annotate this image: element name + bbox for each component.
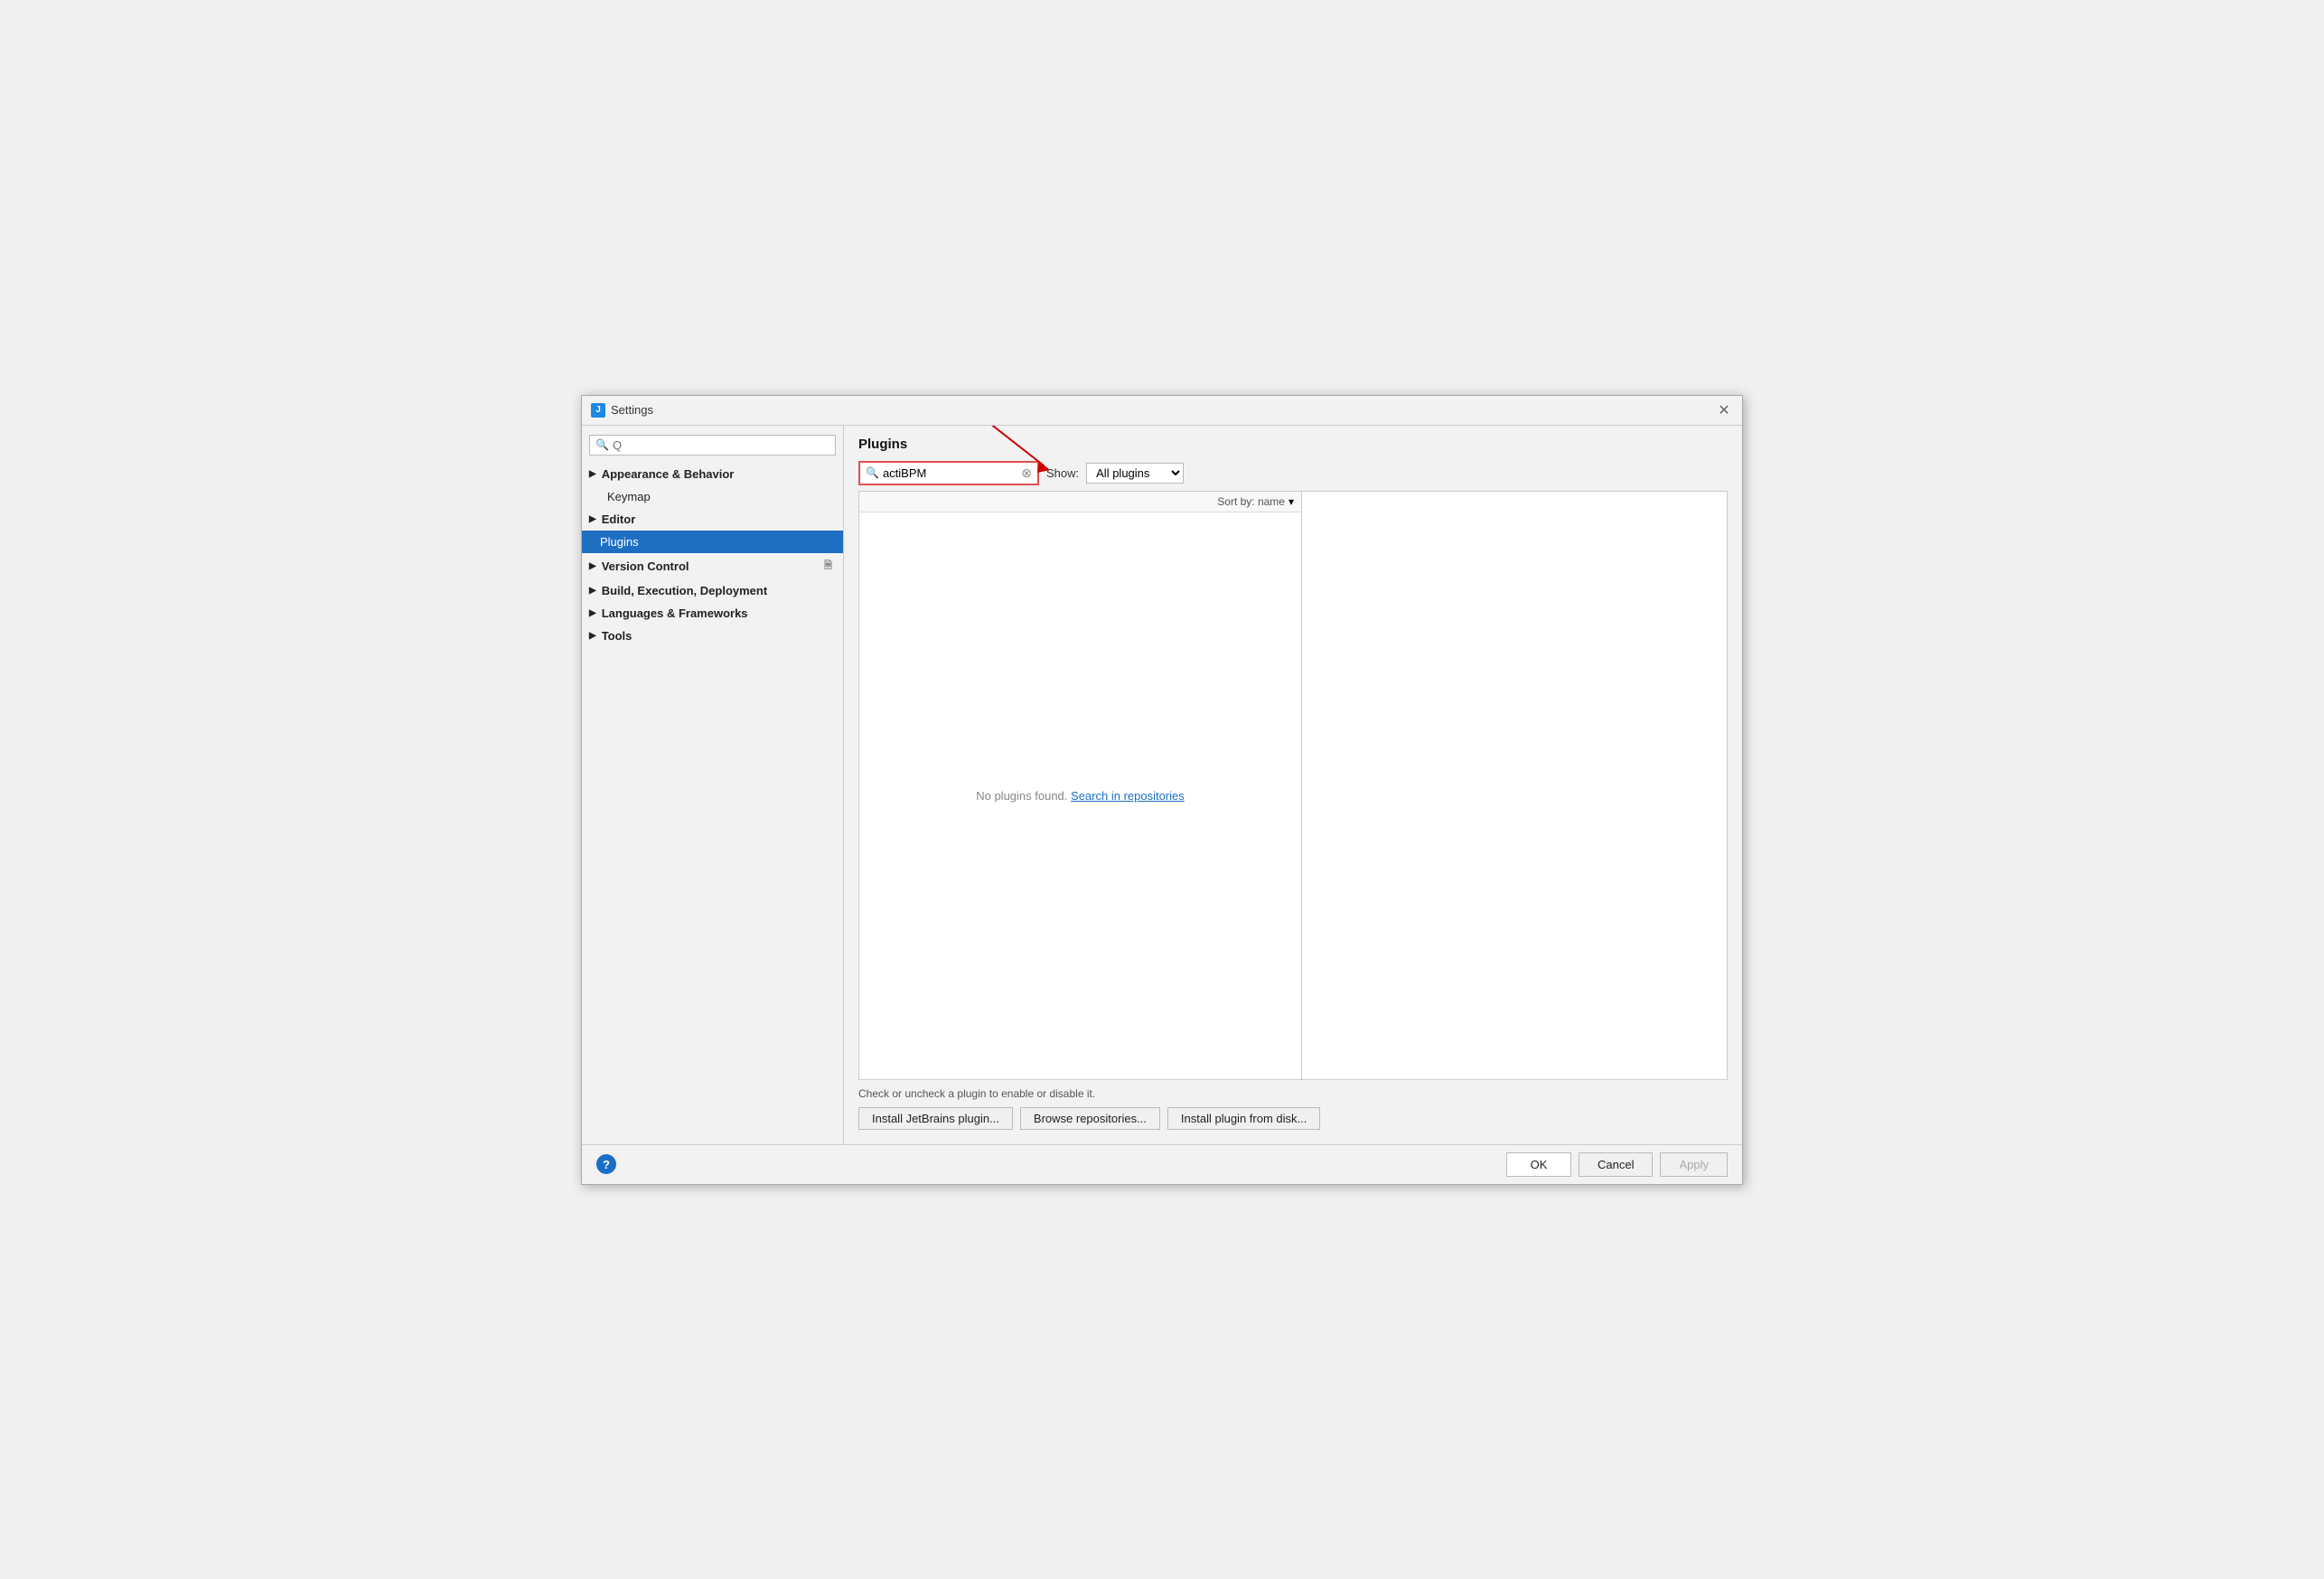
sidebar-item-editor[interactable]: ▶ Editor [582,508,843,531]
sidebar-search-box[interactable]: 🔍 [589,435,836,456]
footer-buttons: OK Cancel Apply [1506,1152,1728,1177]
search-icon: 🔍 [595,438,609,451]
chevron-right-icon: ▶ [589,631,596,641]
sidebar-search-input[interactable] [613,438,829,452]
install-jetbrains-button[interactable]: Install JetBrains plugin... [858,1107,1013,1130]
plugins-toolbar: 🔍 ⊗ Show: All plugins Enabled Disabled [858,461,1728,485]
dialog-body: 🔍 ▶ Appearance & Behavior Keymap ▶ Edito… [582,426,1742,1144]
sort-dropdown-icon[interactable]: ▾ [1289,495,1294,508]
search-in-repositories-link[interactable]: Search in repositories [1071,789,1185,803]
sidebar-item-label: Plugins [600,535,639,549]
app-icon: J [591,403,605,418]
chevron-right-icon: ▶ [589,469,596,479]
apply-button[interactable]: Apply [1660,1152,1728,1177]
sidebar: 🔍 ▶ Appearance & Behavior Keymap ▶ Edito… [582,426,844,1144]
help-button[interactable]: ? [596,1154,616,1174]
hint-text: Check or uncheck a plugin to enable or d… [858,1087,1728,1100]
close-button[interactable]: ✕ [1715,401,1733,419]
sidebar-item-label: Keymap [607,490,651,503]
install-from-disk-button[interactable]: Install plugin from disk... [1167,1107,1320,1130]
main-content: Plugins 🔍 ⊗ Show: All plug [844,426,1742,1144]
no-plugins-text: No plugins found. [976,789,1067,803]
sidebar-item-label: Tools [602,629,633,643]
show-label: Show: [1046,466,1079,480]
sidebar-item-tools[interactable]: ▶ Tools [582,625,843,647]
action-buttons: Install JetBrains plugin... Browse repos… [858,1107,1728,1130]
sidebar-item-languages-frameworks[interactable]: ▶ Languages & Frameworks [582,602,843,625]
chevron-right-icon: ▶ [589,514,596,524]
sidebar-item-version-control[interactable]: ▶ Version Control 🗎 [582,553,843,579]
dialog-footer: ? OK Cancel Apply [582,1144,1742,1184]
ok-button[interactable]: OK [1506,1152,1571,1177]
dialog-title: Settings [611,403,653,417]
chevron-right-icon: ▶ [589,608,596,618]
sidebar-item-label: Version Control [602,559,689,573]
version-control-icon: 🗎 [824,558,832,575]
clear-search-button[interactable]: ⊗ [1021,465,1032,481]
chevron-right-icon: ▶ [589,586,596,596]
page-title: Plugins [858,437,1728,452]
sidebar-item-plugins[interactable]: Plugins [582,531,843,553]
sidebar-item-label: Editor [602,512,636,526]
sidebar-item-keymap[interactable]: Keymap [582,485,843,508]
title-bar-left: J Settings [591,403,653,418]
plugin-list: Sort by: name ▾ No plugins found. Search… [859,492,1302,1079]
chevron-right-icon: ▶ [589,561,596,571]
sidebar-item-build-execution[interactable]: ▶ Build, Execution, Deployment [582,579,843,602]
sidebar-item-label: Languages & Frameworks [602,606,748,620]
sidebar-item-appearance-behavior[interactable]: ▶ Appearance & Behavior [582,463,843,485]
sidebar-item-label: Appearance & Behavior [602,467,735,481]
plugin-search-box[interactable]: 🔍 ⊗ [858,461,1039,485]
sort-label: Sort by: name [1217,495,1285,508]
settings-dialog: J Settings ✕ 🔍 ▶ Appearance & Behavior K… [581,395,1743,1185]
title-bar: J Settings ✕ [582,396,1742,426]
sort-bar: Sort by: name ▾ [859,492,1301,512]
search-icon: 🔍 [866,466,879,479]
browse-repositories-button[interactable]: Browse repositories... [1020,1107,1160,1130]
sidebar-item-label: Build, Execution, Deployment [602,584,767,597]
plugin-search-input[interactable] [883,466,1017,480]
no-plugins-message: No plugins found. Search in repositories [859,512,1301,1079]
plugin-detail-panel [1302,492,1727,1079]
plugin-panel: Sort by: name ▾ No plugins found. Search… [858,491,1728,1080]
show-dropdown[interactable]: All plugins Enabled Disabled Bundled Cus… [1086,463,1184,484]
cancel-button[interactable]: Cancel [1579,1152,1653,1177]
